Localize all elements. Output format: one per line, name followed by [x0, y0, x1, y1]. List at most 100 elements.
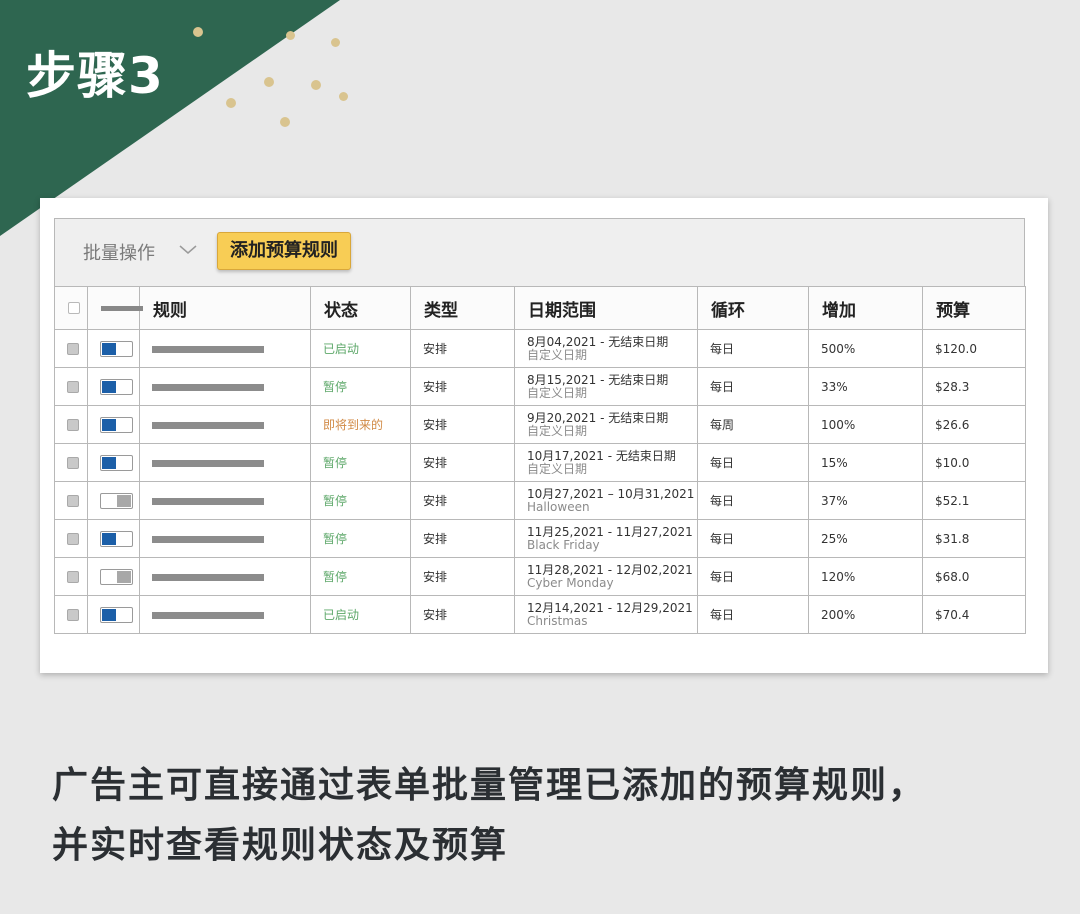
row-checkbox[interactable] [67, 533, 79, 545]
date-range-text: 12月14,2021 - 12月29,2021 [527, 601, 693, 615]
rule-increase: 100% [808, 405, 923, 444]
rule-type: 安排 [410, 443, 515, 482]
row-toggle-cell [87, 405, 140, 444]
rule-name-placeholder [152, 459, 264, 467]
toggle-knob [102, 532, 116, 545]
date-range-label: Black Friday [527, 538, 600, 552]
chevron-down-icon[interactable] [179, 245, 197, 255]
date-range-text: 10月27,2021 – 10月31,2021 [527, 487, 695, 501]
toggle-knob [102, 456, 116, 469]
rule-budget: $31.8 [922, 519, 1026, 558]
rule-status: 暂停 [310, 519, 411, 558]
rule-name-cell[interactable] [139, 405, 311, 444]
rule-name-placeholder [152, 421, 264, 429]
date-range-text: 8月04,2021 - 无结束日期 [527, 335, 669, 349]
toggle-header-bar [101, 305, 143, 311]
rule-budget: $120.0 [922, 329, 1026, 368]
toggle-knob [102, 342, 116, 355]
column-header-date-range[interactable]: 日期范围 [514, 286, 698, 330]
date-range-text: 10月17,2021 - 无结束日期 [527, 449, 676, 463]
row-toggle-cell [87, 557, 140, 596]
row-toggle-cell [87, 595, 140, 634]
column-header-increase[interactable]: 增加 [808, 286, 923, 330]
row-select-cell [54, 443, 88, 482]
toggle-knob [117, 570, 131, 583]
rule-date-range: 11月28,2021 - 12月02,2021 Cyber Monday [514, 557, 698, 596]
table-row[interactable]: 暂停 安排 10月17,2021 - 无结束日期 自定义日期 每日 15% $10.0 [54, 443, 1026, 482]
rule-enable-toggle[interactable] [100, 416, 133, 433]
rule-cycle: 每日 [697, 443, 809, 482]
date-range-text: 8月15,2021 - 无结束日期 [527, 373, 669, 387]
rule-enable-toggle[interactable] [100, 378, 133, 395]
rule-name-placeholder [152, 535, 264, 543]
rule-enable-toggle[interactable] [100, 568, 133, 585]
select-all-checkbox[interactable] [68, 302, 80, 314]
table-row[interactable]: 暂停 安排 8月15,2021 - 无结束日期 自定义日期 每日 33% $28.3 [54, 367, 1026, 406]
rule-type: 安排 [410, 329, 515, 368]
row-select-cell [54, 405, 88, 444]
rule-increase: 25% [808, 519, 923, 558]
rule-date-range: 10月27,2021 – 10月31,2021 Halloween [514, 481, 698, 520]
column-header-status[interactable]: 状态 [310, 286, 411, 330]
column-header-budget[interactable]: 预算 [922, 286, 1026, 330]
rule-budget: $10.0 [922, 443, 1026, 482]
rule-enable-toggle[interactable] [100, 492, 133, 509]
date-range-label: Cyber Monday [527, 576, 614, 590]
column-header-cycle[interactable]: 循环 [697, 286, 809, 330]
rule-name-cell[interactable] [139, 519, 311, 558]
table-row[interactable]: 即将到来的 安排 9月20,2021 - 无结束日期 自定义日期 每周 100% $26.6 [54, 405, 1026, 444]
rule-enable-toggle[interactable] [100, 340, 133, 357]
row-toggle-cell [87, 519, 140, 558]
date-range-label: 自定义日期 [527, 462, 588, 476]
rule-name-cell[interactable] [139, 367, 311, 406]
row-checkbox[interactable] [67, 495, 79, 507]
rule-name-cell[interactable] [139, 595, 311, 634]
table-row[interactable]: 已启动 安排 8月04,2021 - 无结束日期 自定义日期 每日 500% $120.0 [54, 329, 1026, 368]
decor-dot [331, 38, 340, 47]
rule-enable-toggle[interactable] [100, 530, 133, 547]
rule-name-cell[interactable] [139, 557, 311, 596]
column-header-type[interactable]: 类型 [410, 286, 515, 330]
rule-cycle: 每周 [697, 405, 809, 444]
select-all-cell [54, 286, 88, 330]
rule-name-cell[interactable] [139, 329, 311, 368]
row-toggle-cell [87, 367, 140, 406]
table-row[interactable]: 暂停 安排 10月27,2021 – 10月31,2021 Halloween 每日 37… [54, 481, 1026, 520]
rule-date-range: 11月25,2021 - 11月27,2021 Black Friday [514, 519, 698, 558]
rule-type: 安排 [410, 519, 515, 558]
rule-name-placeholder [152, 345, 264, 353]
decor-dot [311, 80, 321, 90]
rule-name-placeholder [152, 573, 264, 581]
row-checkbox[interactable] [67, 419, 79, 431]
column-header-rule[interactable]: 规则 [139, 286, 311, 330]
row-checkbox[interactable] [67, 571, 79, 583]
rule-increase: 37% [808, 481, 923, 520]
table-row[interactable]: 暂停 安排 11月25,2021 - 11月27,2021 Black Friday 每… [54, 519, 1026, 558]
rule-name-cell[interactable] [139, 443, 311, 482]
rule-increase: 120% [808, 557, 923, 596]
status-text: 暂停 [323, 380, 348, 394]
date-range-label: Christmas [527, 614, 588, 628]
table-row[interactable]: 暂停 安排 11月28,2021 - 12月02,2021 Cyber Monday 每… [54, 557, 1026, 596]
row-toggle-cell [87, 329, 140, 368]
row-checkbox[interactable] [67, 609, 79, 621]
status-text: 暂停 [323, 456, 348, 470]
decor-dot [339, 92, 348, 101]
row-checkbox[interactable] [67, 381, 79, 393]
toggle-column-header [87, 286, 143, 330]
row-select-cell [54, 557, 88, 596]
row-select-cell [54, 481, 88, 520]
row-select-cell [54, 367, 88, 406]
add-budget-rule-button[interactable]: 添加预算规则 [217, 232, 351, 270]
table-row[interactable]: 已启动 安排 12月14,2021 - 12月29,2021 Christmas 每日 2… [54, 595, 1026, 634]
rule-enable-toggle[interactable] [100, 606, 133, 623]
status-text: 暂停 [323, 532, 348, 546]
row-checkbox[interactable] [67, 343, 79, 355]
bulk-actions-dropdown[interactable]: 批量操作 [83, 239, 155, 265]
rule-date-range: 9月20,2021 - 无结束日期 自定义日期 [514, 405, 698, 444]
row-checkbox[interactable] [67, 457, 79, 469]
rule-name-cell[interactable] [139, 481, 311, 520]
step-label: 步骤3 [26, 47, 164, 105]
rule-enable-toggle[interactable] [100, 454, 133, 471]
rule-increase: 33% [808, 367, 923, 406]
